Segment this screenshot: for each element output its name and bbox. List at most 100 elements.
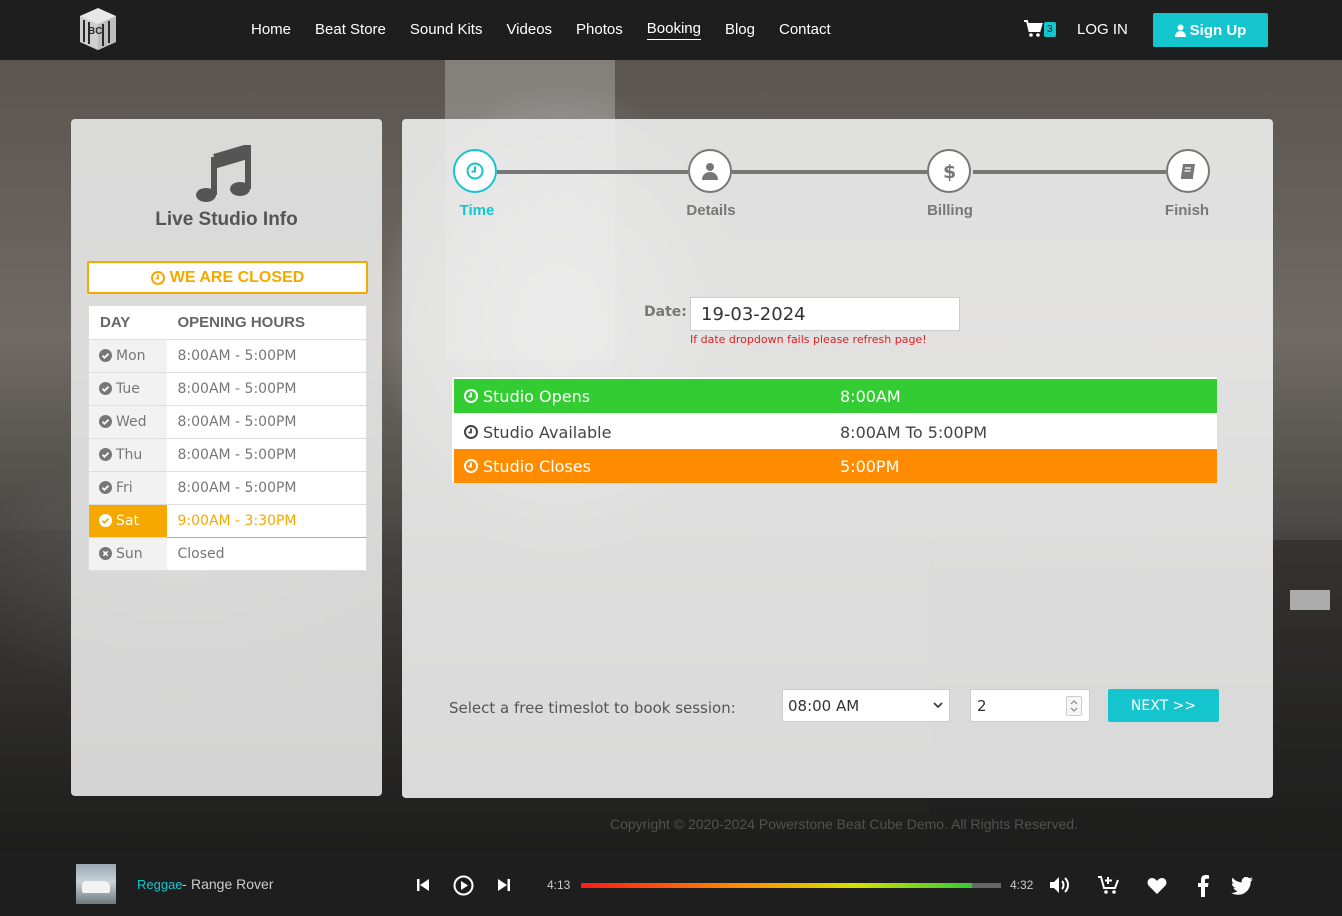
- slot-label: Studio Opens: [483, 386, 591, 406]
- clock-icon: [466, 162, 484, 180]
- copyright-text: Copyright © 2020-2024 Powerstone Beat Cu…: [610, 816, 1078, 832]
- cart-count-badge: 3: [1044, 21, 1056, 37]
- chevron-down-icon: [933, 702, 943, 709]
- table-row: Mon 8:00AM - 5:00PM: [88, 339, 367, 373]
- day-column-header: DAY: [88, 305, 167, 340]
- day-hours: 9:00AM - 3:30PM: [166, 504, 367, 538]
- nav-links: Home Beat Store Sound Kits Videos Photos…: [251, 0, 855, 60]
- cart-icon: [1024, 20, 1043, 37]
- nav-link-videos[interactable]: Videos: [506, 21, 552, 40]
- check-circle-icon: [99, 514, 112, 527]
- top-navbar: BC Home Beat Store Sound Kits Videos Pho…: [0, 0, 1342, 60]
- svg-text:BC: BC: [88, 26, 102, 37]
- day-name: Fri: [116, 480, 133, 496]
- date-value: 19-03-2024: [701, 303, 806, 325]
- table-row: Fri 8:00AM - 5:00PM: [88, 471, 367, 505]
- day-name: Tue: [116, 381, 140, 397]
- day-name: Wed: [116, 414, 147, 430]
- facebook-icon[interactable]: [1197, 875, 1209, 897]
- volume-icon[interactable]: [1049, 875, 1071, 895]
- table-row: Thu 8:00AM - 5:00PM: [88, 438, 367, 472]
- hours-quantity-stepper[interactable]: 2: [970, 689, 1090, 722]
- step-details[interactable]: [688, 149, 732, 193]
- studio-schedule: Studio Opens 8:00AM Studio Available 8:0…: [451, 376, 1218, 484]
- signup-button[interactable]: Sign Up: [1153, 13, 1268, 47]
- nav-link-sound-kits[interactable]: Sound Kits: [410, 21, 483, 40]
- step-time[interactable]: [453, 149, 497, 193]
- clock-icon: [150, 270, 165, 285]
- progress-bar[interactable]: [581, 883, 1001, 888]
- current-time: 4:13: [547, 878, 571, 892]
- track-separator: -: [182, 876, 187, 892]
- table-row: Wed 8:00AM - 5:00PM: [88, 405, 367, 439]
- stepper-arrows-icon[interactable]: [1066, 696, 1082, 716]
- day-hours: 8:00AM - 5:00PM: [166, 405, 367, 439]
- slot-value: 5:00PM: [840, 456, 900, 476]
- date-warning: If date dropdown fails please refresh pa…: [690, 333, 927, 346]
- music-player-bar: Reggae - Range Rover 4:13 4:32: [0, 852, 1342, 916]
- nav-link-photos[interactable]: Photos: [576, 21, 623, 40]
- day-hours: 8:00AM - 5:00PM: [166, 471, 367, 505]
- hours-quantity-value: 2: [977, 696, 987, 715]
- check-circle-icon: [99, 448, 112, 461]
- day-name: Mon: [116, 348, 146, 364]
- nav-link-beat-store[interactable]: Beat Store: [315, 21, 386, 40]
- step-label-details: Details: [686, 202, 736, 219]
- music-note-icon: [196, 145, 251, 202]
- logo[interactable]: BC: [76, 6, 122, 52]
- step-connector: [973, 170, 1166, 174]
- step-label-billing: Billing: [927, 202, 973, 219]
- clock-icon: [464, 425, 478, 439]
- day-name: Sat: [116, 513, 139, 529]
- next-button[interactable]: NEXT >>: [1108, 689, 1219, 722]
- day-name: Sun: [116, 546, 143, 562]
- slot-value: 8:00AM To 5:00PM: [840, 422, 988, 442]
- user-icon: [702, 163, 718, 180]
- track-title: Range Rover: [191, 876, 274, 892]
- check-circle-icon: [99, 349, 112, 362]
- day-hours: 8:00AM - 5:00PM: [166, 372, 367, 406]
- step-finish[interactable]: [1166, 149, 1210, 193]
- day-hours: 8:00AM - 5:00PM: [166, 438, 367, 472]
- add-to-cart-icon[interactable]: [1097, 875, 1121, 895]
- closed-status-badge: WE ARE CLOSED: [87, 261, 368, 294]
- nav-link-home[interactable]: Home: [251, 21, 291, 40]
- check-circle-icon: [99, 481, 112, 494]
- cart-button[interactable]: 3: [1023, 20, 1056, 38]
- check-circle-icon: [99, 382, 112, 395]
- twitter-icon[interactable]: [1231, 877, 1253, 895]
- nav-link-booking[interactable]: Booking: [646, 20, 701, 40]
- dollar-icon: $: [943, 161, 956, 182]
- step-billing[interactable]: $: [927, 149, 971, 193]
- book-icon: [1181, 164, 1195, 179]
- date-label: Date:: [644, 304, 687, 320]
- step-label-finish: Finish: [1164, 202, 1210, 219]
- step-connector: [732, 170, 929, 174]
- clock-icon: [464, 389, 478, 403]
- booking-panel: $ Time Details Billing Finish Date: 19-0…: [402, 119, 1273, 798]
- timeslot-prompt: Select a free timeslot to book session:: [449, 699, 736, 717]
- login-link[interactable]: LOG IN: [1077, 21, 1128, 38]
- signup-label: Sign Up: [1189, 21, 1247, 39]
- timeslot-selected: 08:00 AM: [788, 696, 860, 715]
- slot-row-available: Studio Available 8:00AM To 5:00PM: [454, 415, 1217, 449]
- total-time: 4:32: [1010, 878, 1034, 892]
- nav-link-blog[interactable]: Blog: [725, 21, 755, 40]
- step-connector: [497, 170, 688, 174]
- slot-row-closes: Studio Closes 5:00PM: [454, 449, 1217, 483]
- previous-track-icon[interactable]: [416, 878, 430, 892]
- slot-label: Studio Closes: [483, 456, 591, 476]
- next-track-icon[interactable]: [497, 878, 511, 892]
- times-circle-icon: [99, 547, 112, 560]
- slot-label: Studio Available: [483, 422, 612, 442]
- day-hours: 8:00AM - 5:00PM: [166, 339, 367, 373]
- track-genre-link[interactable]: Reggae: [137, 877, 183, 892]
- date-input[interactable]: 19-03-2024: [690, 297, 960, 331]
- nav-link-contact[interactable]: Contact: [779, 21, 831, 40]
- play-icon[interactable]: [453, 875, 474, 896]
- booking-steps: $ Time Details Billing Finish: [402, 119, 1273, 229]
- heart-icon[interactable]: [1147, 877, 1167, 895]
- day-hours: Closed: [166, 537, 367, 571]
- clock-icon: [464, 459, 478, 473]
- timeslot-select[interactable]: 08:00 AM: [782, 689, 950, 722]
